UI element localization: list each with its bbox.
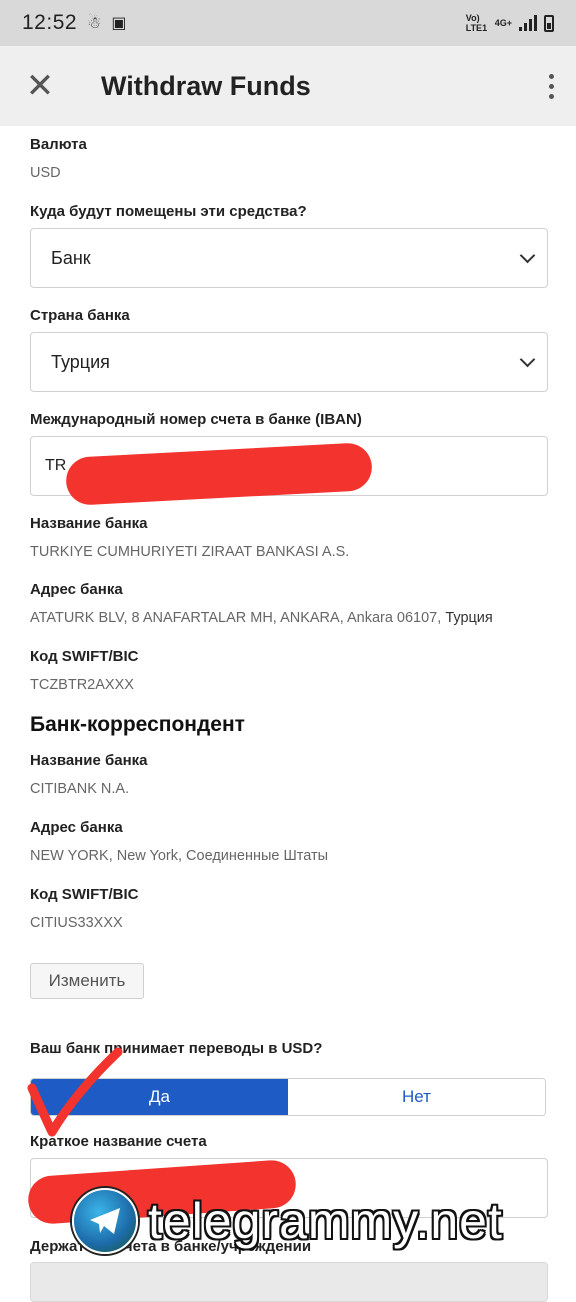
watermark: telegrammy.net [72, 1188, 503, 1254]
swift-value: TCZBTR2AXXX [30, 677, 134, 693]
change-button[interactable]: Изменить [30, 963, 144, 999]
corr-swift-value: CITIUS33XXX [30, 915, 123, 931]
corr-swift-label: Код SWIFT/BIC [30, 886, 139, 903]
volte-label: Vo) LTE1 [465, 13, 488, 33]
currency-label: Валюта [30, 136, 87, 153]
bank-country-select[interactable]: Турция [30, 332, 548, 392]
telegram-logo-icon [72, 1188, 138, 1254]
status-time: 12:52 [22, 11, 78, 34]
more-vert-icon[interactable] [526, 46, 576, 126]
bank-name-value: TURKIYE CUMHURIYETI ZIRAAT BANKASI A.S. [30, 544, 350, 560]
page-title: Withdraw Funds [101, 70, 311, 101]
bank-country-label: Страна банка [30, 307, 130, 324]
destination-label: Куда будут помещены эти средства? [30, 203, 307, 220]
corr-bank-address-label: Адрес банка [30, 819, 123, 836]
image-icon: ▣ [111, 15, 127, 32]
correspondent-heading: Банк-корреспондент [30, 713, 245, 736]
destination-select[interactable]: Банк [30, 228, 548, 288]
currency-value: USD [30, 165, 61, 181]
bank-address-label: Адрес банка [30, 581, 123, 598]
status-icons: Vo) LTE1 4G+ [466, 13, 554, 33]
chevron-down-icon [519, 351, 536, 367]
bank-address-text: ATATURK BLV, 8 ANAFARTALAR MH, ANKARA, A… [30, 610, 446, 626]
app-bar: ✕ Withdraw Funds [0, 46, 576, 126]
swift-label: Код SWIFT/BIC [30, 648, 139, 665]
iban-label: Международный номер счета в банке (IBAN) [30, 411, 362, 428]
close-icon[interactable]: ✕ [0, 46, 80, 126]
corr-bank-address-value: NEW YORK, New York, Соединенные Штаты [30, 848, 329, 864]
bank-address-country: Турция [445, 610, 493, 626]
battery-icon [544, 14, 554, 32]
status-bar: 12:52 ☃ ▣ Vo) LTE1 4G+ [0, 0, 576, 46]
watermark-text: telegrammy.net [148, 1193, 503, 1249]
bank-name-label: Название банка [30, 515, 148, 532]
iban-value: TR [45, 457, 67, 474]
chevron-down-icon [519, 247, 536, 263]
bank-address-value: ATATURK BLV, 8 ANAFARTALAR MH, ANKARA, A… [30, 610, 493, 626]
signal-icon [519, 15, 537, 31]
no-option[interactable]: Нет [288, 1079, 545, 1115]
destination-selected: Банк [51, 247, 91, 268]
notification-icon: ☃ [87, 15, 102, 32]
network-type-label: 4G+ [494, 18, 512, 28]
bank-country-selected: Турция [51, 351, 110, 372]
corr-bank-name-label: Название банка [30, 752, 148, 769]
holder-input[interactable] [30, 1262, 548, 1302]
corr-bank-name-value: CITIBANK N.A. [30, 781, 130, 797]
checkmark-icon [27, 1047, 123, 1137]
